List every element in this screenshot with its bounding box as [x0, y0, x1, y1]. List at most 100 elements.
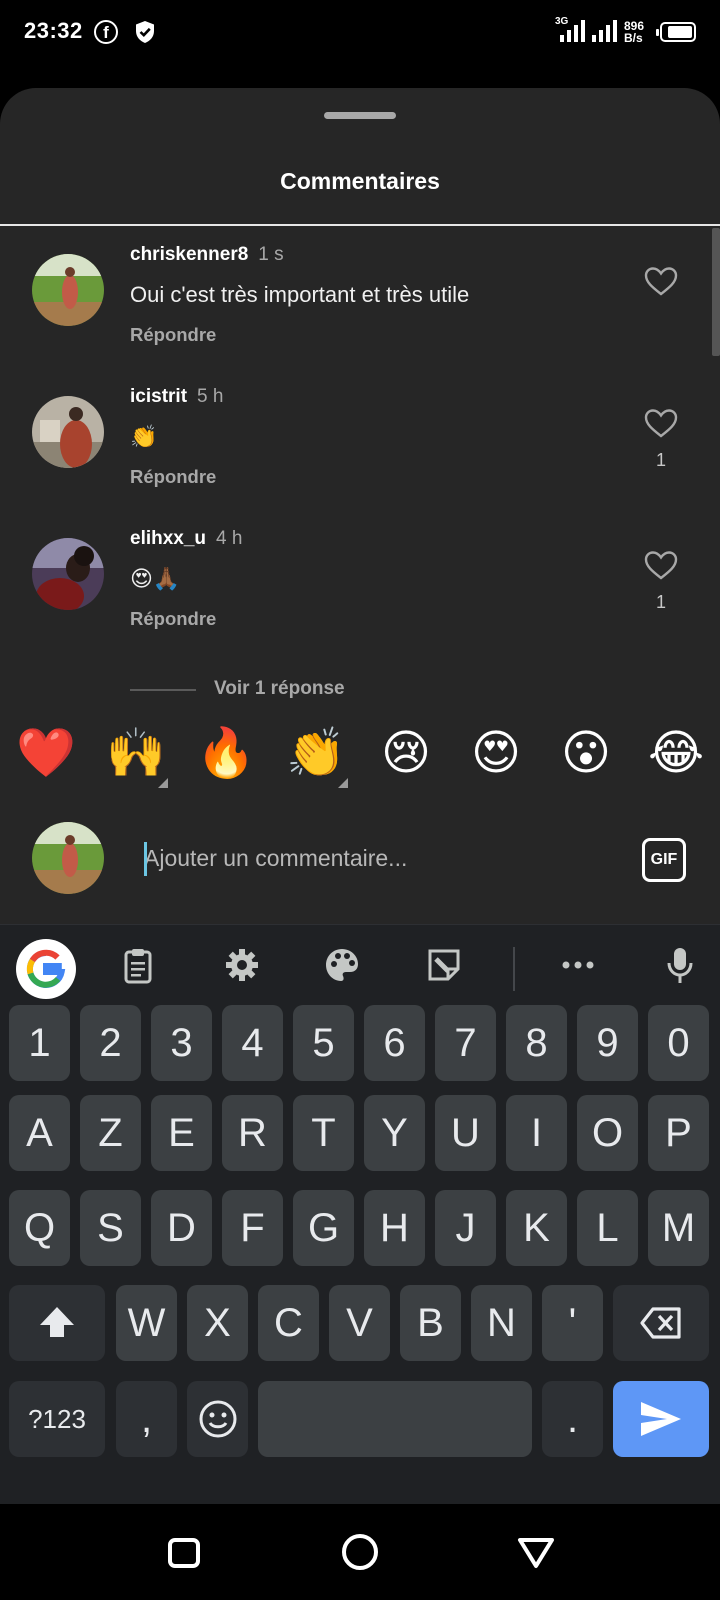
- key-l[interactable]: L: [577, 1190, 638, 1266]
- signal-icon-sim2: [592, 20, 617, 42]
- key-s[interactable]: S: [80, 1190, 141, 1266]
- emoji-key[interactable]: [187, 1381, 248, 1457]
- like-count: 1: [655, 592, 666, 612]
- avatar[interactable]: [32, 538, 104, 610]
- comment-time: 5 h: [197, 386, 224, 407]
- key-1[interactable]: 1: [9, 1005, 70, 1081]
- key-2[interactable]: 2: [80, 1005, 141, 1081]
- key-q[interactable]: Q: [9, 1190, 70, 1266]
- backspace-key[interactable]: [613, 1285, 709, 1361]
- key-p[interactable]: P: [648, 1095, 709, 1171]
- reply-button[interactable]: Répondre: [130, 324, 216, 346]
- reaction-crying[interactable]: 😢: [376, 724, 436, 784]
- reaction-laughing[interactable]: 😂: [646, 724, 706, 784]
- key-i[interactable]: I: [506, 1095, 567, 1171]
- sticker-icon[interactable]: [424, 945, 464, 985]
- key-a[interactable]: A: [9, 1095, 70, 1171]
- reaction-surprised[interactable]: 😮: [556, 724, 616, 784]
- key-b[interactable]: B: [400, 1285, 461, 1361]
- skin-tone-indicator: [158, 778, 168, 788]
- microphone-icon[interactable]: [660, 945, 700, 985]
- shift-key[interactable]: [9, 1285, 105, 1361]
- drag-handle[interactable]: [324, 112, 396, 119]
- clipboard-icon[interactable]: [118, 945, 158, 985]
- settings-gear-icon[interactable]: [222, 945, 262, 985]
- key-z[interactable]: Z: [80, 1095, 141, 1171]
- google-icon[interactable]: [16, 939, 76, 999]
- reaction-fire[interactable]: 🔥: [196, 724, 256, 784]
- keyboard: 1 2 3 4 5 6 7 8 9 0 A Z E R T Y U I O P …: [0, 924, 720, 1504]
- more-options-icon[interactable]: [558, 945, 598, 985]
- key-t[interactable]: T: [293, 1095, 354, 1171]
- key-n[interactable]: N: [471, 1285, 532, 1361]
- key-g[interactable]: G: [293, 1190, 354, 1266]
- avatar[interactable]: [32, 396, 104, 468]
- avatar: [32, 822, 104, 894]
- key-c[interactable]: C: [258, 1285, 319, 1361]
- comment-username[interactable]: elihxx_u: [130, 528, 206, 549]
- back-button[interactable]: [516, 1536, 556, 1570]
- key-v[interactable]: V: [329, 1285, 390, 1361]
- key-7[interactable]: 7: [435, 1005, 496, 1081]
- comment-input[interactable]: [144, 838, 604, 878]
- key-w[interactable]: W: [116, 1285, 177, 1361]
- key-j[interactable]: J: [435, 1190, 496, 1266]
- reply-button[interactable]: Répondre: [130, 466, 216, 488]
- period-key[interactable]: .: [542, 1381, 603, 1457]
- key-6[interactable]: 6: [364, 1005, 425, 1081]
- view-replies-button[interactable]: Voir 1 réponse: [214, 678, 345, 700]
- reaction-clap[interactable]: 👏: [286, 724, 346, 784]
- title-divider: [0, 224, 720, 226]
- key-3[interactable]: 3: [151, 1005, 212, 1081]
- skin-tone-indicator: [338, 778, 348, 788]
- shield-icon: [136, 21, 154, 43]
- key-h[interactable]: H: [364, 1190, 425, 1266]
- comma-key[interactable]: ,: [116, 1381, 177, 1457]
- network-speed: 896 B/s: [624, 20, 644, 44]
- key-y[interactable]: Y: [364, 1095, 425, 1171]
- key-d[interactable]: D: [151, 1190, 212, 1266]
- symbols-key[interactable]: ?123: [9, 1381, 105, 1457]
- key-k[interactable]: K: [506, 1190, 567, 1266]
- key-0[interactable]: 0: [648, 1005, 709, 1081]
- palette-icon[interactable]: [322, 945, 362, 985]
- keyboard-toolbar: [0, 925, 720, 1005]
- comment-time: 4 h: [216, 528, 243, 549]
- reaction-heart[interactable]: ❤️: [16, 724, 76, 784]
- key-u[interactable]: U: [435, 1095, 496, 1171]
- key-o[interactable]: O: [577, 1095, 638, 1171]
- key-5[interactable]: 5: [293, 1005, 354, 1081]
- send-key[interactable]: [613, 1381, 709, 1457]
- recents-button[interactable]: [168, 1538, 200, 1568]
- key-4[interactable]: 4: [222, 1005, 283, 1081]
- comment-username[interactable]: chriskenner8: [130, 244, 248, 265]
- comment-header: chriskenner8 1 s: [130, 244, 284, 266]
- like-heart-icon[interactable]: [644, 266, 678, 296]
- key-x[interactable]: X: [187, 1285, 248, 1361]
- reaction-raised-hands[interactable]: 🙌: [106, 724, 166, 784]
- like-heart-icon[interactable]: [644, 408, 678, 438]
- home-button[interactable]: [342, 1534, 378, 1570]
- avatar[interactable]: [32, 254, 104, 326]
- reply-button[interactable]: Répondre: [130, 608, 216, 630]
- battery-icon: [656, 22, 696, 42]
- gif-button[interactable]: GIF: [642, 838, 686, 882]
- key-m[interactable]: M: [648, 1190, 709, 1266]
- scrollbar[interactable]: [712, 228, 720, 356]
- like-count: 1: [655, 450, 666, 470]
- shift-arrow-icon: [40, 1307, 74, 1337]
- key-apostrophe[interactable]: ': [542, 1285, 603, 1361]
- comment-item: chriskenner8 1 s Oui c'est très important…: [0, 244, 700, 374]
- reaction-heart-eyes[interactable]: 😍: [466, 724, 526, 784]
- key-f[interactable]: F: [222, 1190, 283, 1266]
- comment-username[interactable]: icistrit: [130, 386, 187, 407]
- key-9[interactable]: 9: [577, 1005, 638, 1081]
- key-r[interactable]: R: [222, 1095, 283, 1171]
- send-arrow-icon: [641, 1402, 681, 1436]
- comment-text: Oui c'est très important et très utile: [130, 282, 470, 307]
- text-cursor: [144, 842, 147, 876]
- key-e[interactable]: E: [151, 1095, 212, 1171]
- space-bar[interactable]: [258, 1381, 532, 1457]
- like-heart-icon[interactable]: [644, 550, 678, 580]
- key-8[interactable]: 8: [506, 1005, 567, 1081]
